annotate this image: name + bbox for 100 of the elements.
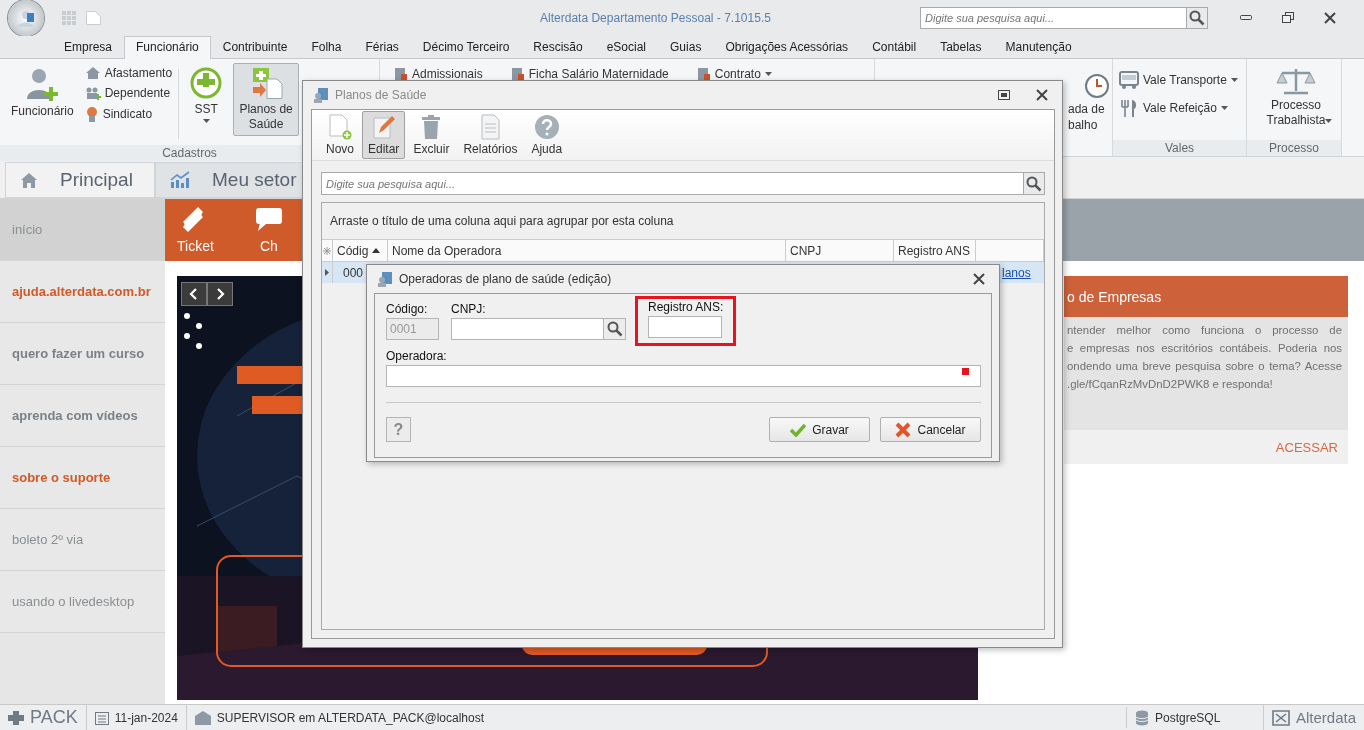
status-database: PostgreSQL xyxy=(1154,710,1221,725)
close-icon[interactable] xyxy=(1036,89,1048,101)
table-link[interactable]: lanos xyxy=(1002,265,1031,280)
building-icon xyxy=(194,710,211,725)
ribbon-item[interactable]: Sindicato xyxy=(84,106,173,122)
input-field[interactable] xyxy=(451,318,604,340)
toolbar-button[interactable]: Editar xyxy=(362,111,406,159)
input-field[interactable] xyxy=(648,316,722,338)
ribbon-tab[interactable]: Contribuinte xyxy=(210,36,300,58)
field-label: Operadora: xyxy=(386,349,448,363)
group-label: Vales xyxy=(1113,140,1246,156)
ribbon-tab[interactable]: eSocial xyxy=(594,36,659,58)
ribbon-tab[interactable]: Funcionário xyxy=(124,36,211,59)
ribbon-tab[interactable]: Manutenção xyxy=(993,36,1084,58)
scales-icon xyxy=(1276,67,1316,95)
document-icon xyxy=(394,67,408,81)
person-add-icon xyxy=(25,67,60,101)
ribbon-button-label[interactable]: ada de balho xyxy=(1068,101,1110,133)
ribbon-tab[interactable]: Contábil xyxy=(860,36,929,58)
ribbon-tab[interactable]: Décimo Terceiro xyxy=(410,36,522,58)
next-button[interactable] xyxy=(207,282,233,306)
ribbon-tab[interactable]: Obrigações Acessórias xyxy=(713,36,861,58)
cross-icon xyxy=(895,421,912,438)
column-header[interactable]: Códig xyxy=(337,243,369,258)
caret-icon xyxy=(202,119,210,123)
people-icon xyxy=(84,86,101,100)
ribbon-tab[interactable]: Rescisão xyxy=(521,36,595,58)
toolbar-button[interactable]: Ajuda xyxy=(525,111,569,159)
sort-icon xyxy=(372,248,381,253)
home-icon xyxy=(20,172,38,188)
search-button[interactable] xyxy=(1023,172,1045,195)
toolbar-button[interactable]: Relatórios xyxy=(457,111,524,159)
chevron-right-icon xyxy=(215,288,225,300)
ribbon-tab[interactable]: Empresa xyxy=(52,36,125,58)
column-header[interactable]: Nome da Operadora xyxy=(388,240,786,261)
card-text: ondendo uma breve pesquisa sobre o tema? Acesse xyxy=(1067,359,1342,374)
chat-icon xyxy=(253,206,284,234)
status-date: 11-jan-2024 xyxy=(114,710,178,725)
field-label: Código: xyxy=(386,302,429,316)
help-icon xyxy=(533,114,560,140)
restore-icon[interactable] xyxy=(998,90,1010,100)
sst-button[interactable]: SST xyxy=(185,63,228,127)
search-button[interactable] xyxy=(604,318,626,340)
card-text: .gle/fCqanRzMvDnD2PWK8 e responda! xyxy=(1067,377,1274,392)
ribbon-item[interactable]: Afastamento xyxy=(84,66,173,80)
card-text: ntender melhor como funciona o processo de xyxy=(1067,323,1342,338)
dialog-title: Planos de Saúde xyxy=(335,88,428,102)
close-icon[interactable] xyxy=(973,273,985,285)
close-icon[interactable] xyxy=(1324,12,1336,24)
field-label: Registro ANS: xyxy=(648,300,724,314)
restore-icon[interactable] xyxy=(1282,12,1294,24)
ribbon-item[interactable]: Admissionais xyxy=(394,67,483,81)
ribbon-item[interactable]: Dependente xyxy=(84,86,173,100)
search-field[interactable]: Digite sua pesquisa aqui... xyxy=(321,172,1023,195)
ribbon-item[interactable]: Vale Refeição xyxy=(1119,99,1228,117)
check-icon xyxy=(790,422,807,437)
ribbon-tab[interactable]: Férias xyxy=(353,36,411,58)
bus-icon xyxy=(1119,71,1139,89)
ribbon-item[interactable]: Contrato xyxy=(696,67,772,81)
input-field[interactable] xyxy=(386,365,981,387)
plus-circle-icon xyxy=(190,67,223,99)
ribbon-tab[interactable]: Tabelas xyxy=(928,36,994,58)
puzzle-icon xyxy=(8,710,24,725)
card-title: o de Empresas xyxy=(1064,276,1348,317)
ribbon-tab[interactable]: Folha xyxy=(299,36,354,58)
labor-process-button[interactable]: Processo Trabalhista xyxy=(1253,63,1339,132)
save-button[interactable]: Gravar xyxy=(769,417,870,442)
previous-button[interactable] xyxy=(181,282,207,306)
dialog-icon xyxy=(377,271,393,287)
window-title: Alterdata Departamento Pessoal - 7.1015.5 xyxy=(539,11,772,25)
clock-icon xyxy=(1084,73,1110,99)
table-cell: 000 xyxy=(343,265,364,280)
database-icon xyxy=(1134,709,1149,726)
page-tab[interactable]: Meu setor xyxy=(155,162,305,198)
search-field[interactable]: Digite sua pesquisa aqui... xyxy=(920,7,1186,29)
page-tab[interactable]: Principal xyxy=(5,162,155,198)
document-icon xyxy=(696,67,711,81)
employee-button[interactable]: Funcionário xyxy=(6,63,79,122)
caret-icon xyxy=(1230,78,1238,82)
action-button[interactable]: Ticket xyxy=(177,199,214,261)
group-label: Processo xyxy=(1247,140,1341,156)
document-icon xyxy=(510,67,525,81)
ribbon-item[interactable]: Ficha Salário Maternidade xyxy=(510,67,669,81)
action-button[interactable]: Ch xyxy=(253,199,284,261)
dialog-title: Operadoras de plano de saúde (edição) xyxy=(399,272,613,286)
chevron-left-icon xyxy=(189,288,199,300)
column-header[interactable]: Registro ANS xyxy=(894,240,976,261)
ribbon-item[interactable]: Vale Transporte xyxy=(1119,71,1238,89)
app-menu-button[interactable] xyxy=(8,0,44,36)
column-header[interactable]: CNPJ xyxy=(786,240,894,261)
search-button[interactable] xyxy=(1186,7,1208,29)
minimize-icon[interactable] xyxy=(1240,15,1252,21)
product-name: PACK xyxy=(30,707,78,728)
edit-icon xyxy=(371,114,396,140)
cancel-button[interactable]: Cancelar xyxy=(880,417,981,442)
toolbar-button[interactable]: Excluir xyxy=(407,111,456,159)
health-plans-button[interactable]: Planos de Saúde xyxy=(233,63,300,136)
report-icon xyxy=(478,114,503,140)
status-user: SUPERVISOR em ALTERDATA_PACK@localhost xyxy=(216,710,485,725)
ribbon-tab[interactable]: Guias xyxy=(658,36,714,58)
